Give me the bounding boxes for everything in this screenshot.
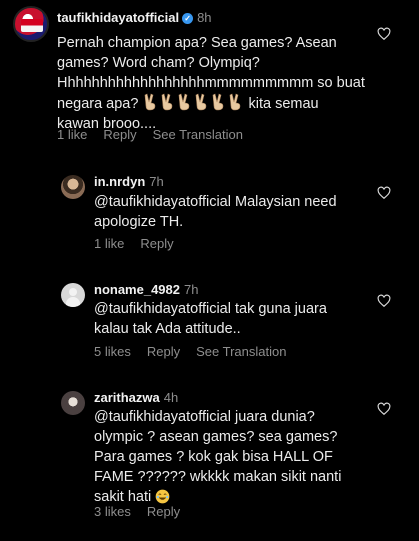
comment-line: Pernah champion apa? Sea games? Asean — [57, 35, 337, 51]
comment-noname-4982: noname_4982 7h @taufikhidayatofficial tak… — [0, 273, 419, 368]
comment-line: apologize TH. — [94, 214, 184, 230]
username[interactable]: noname_4982 7h — [94, 282, 198, 297]
comment-in-nrdyn: in.nrdyn 7h @taufikhidayatofficial Malays… — [0, 165, 419, 260]
default-avatar-icon — [69, 288, 77, 296]
comment-text: @taufikhidayatofficial juara dunia? olym… — [94, 407, 341, 507]
comment-line: @taufikhidayatofficial juara dunia? — [94, 409, 315, 425]
avatar[interactable] — [13, 6, 49, 42]
comment-line: kalau tak Ada attitude.. — [94, 321, 241, 337]
timestamp: 4h — [163, 390, 179, 405]
comment-actions: 1 like Reply — [94, 236, 190, 251]
username[interactable]: zarithazwa 4h — [94, 390, 178, 405]
comment-line: @taufikhidayatofficial tak guna juara — [94, 301, 327, 317]
timestamp: 7h — [149, 174, 164, 189]
comment-text: @taufikhidayatofficial Malaysian need ap… — [94, 192, 337, 232]
see-translation-button[interactable]: See Translation — [153, 127, 243, 142]
victory-hand-icon — [142, 93, 248, 112]
reply-button[interactable]: Reply — [147, 344, 180, 359]
likes-count[interactable]: 1 like — [94, 236, 124, 251]
comment-line: Para games ? kok gak bisa HALL OF — [94, 449, 333, 465]
username[interactable]: in.nrdyn 7h — [94, 174, 164, 189]
heart-icon[interactable] — [377, 186, 391, 200]
likes-count[interactable]: 1 like — [57, 127, 87, 142]
comment-line-text: kita semau — [248, 96, 319, 112]
comment-text: Pernah champion apa? Sea games? Asean ga… — [57, 33, 365, 134]
comment-taufikhidayatofficial: taufikhidayatofficial ✓ 8h Pernah champion… — [0, 0, 419, 150]
username-text[interactable]: in.nrdyn — [94, 174, 145, 189]
username-text[interactable]: noname_4982 — [94, 282, 180, 297]
flag-icon — [21, 19, 43, 32]
comment-line: negara apa? kita semau — [57, 93, 365, 114]
laughing-face-icon — [155, 489, 170, 504]
avatar[interactable] — [61, 391, 85, 415]
comment-line: Hhhhhhhhhhhhhhhhhhmmmmmmmmm so buat — [57, 75, 365, 91]
comment-line: olympic ? asean games? sea games? — [94, 429, 338, 445]
see-translation-button[interactable]: See Translation — [196, 344, 286, 359]
avatar[interactable] — [61, 175, 85, 199]
comment-line-text: negara apa? — [57, 96, 139, 112]
comment-zarithazwa: zarithazwa 4h @taufikhidayatofficial juar… — [0, 381, 419, 536]
likes-count[interactable]: 5 likes — [94, 344, 131, 359]
reply-button[interactable]: Reply — [103, 127, 136, 142]
reply-button[interactable]: Reply — [147, 504, 180, 519]
username-text[interactable]: zarithazwa — [94, 390, 160, 405]
comment-line: games? Word cham? Olympiq? — [57, 55, 260, 71]
likes-count[interactable]: 3 likes — [94, 504, 131, 519]
comment-actions: 1 like Reply See Translation — [57, 127, 259, 142]
avatar[interactable] — [61, 283, 85, 307]
comment-actions: 3 likes Reply — [94, 504, 196, 519]
comment-actions: 5 likes Reply See Translation — [94, 344, 302, 359]
comment-line-text: sakit hati — [94, 489, 152, 505]
comment-line: @taufikhidayatofficial Malaysian need — [94, 194, 337, 210]
timestamp: 7h — [184, 282, 199, 297]
reply-button[interactable]: Reply — [140, 236, 173, 251]
comment-line: FAME ?????? wkkkk makan sikit nanti — [94, 469, 342, 485]
timestamp: 8h — [197, 10, 212, 25]
comment-text: @taufikhidayatofficial tak guna juara ka… — [94, 299, 327, 339]
username[interactable]: taufikhidayatofficial ✓ 8h — [57, 10, 212, 25]
heart-icon[interactable] — [377, 294, 391, 308]
heart-icon[interactable] — [377, 402, 391, 416]
heart-icon[interactable] — [377, 27, 391, 41]
username-text[interactable]: taufikhidayatofficial — [57, 10, 179, 25]
verified-badge-icon: ✓ — [182, 13, 194, 24]
